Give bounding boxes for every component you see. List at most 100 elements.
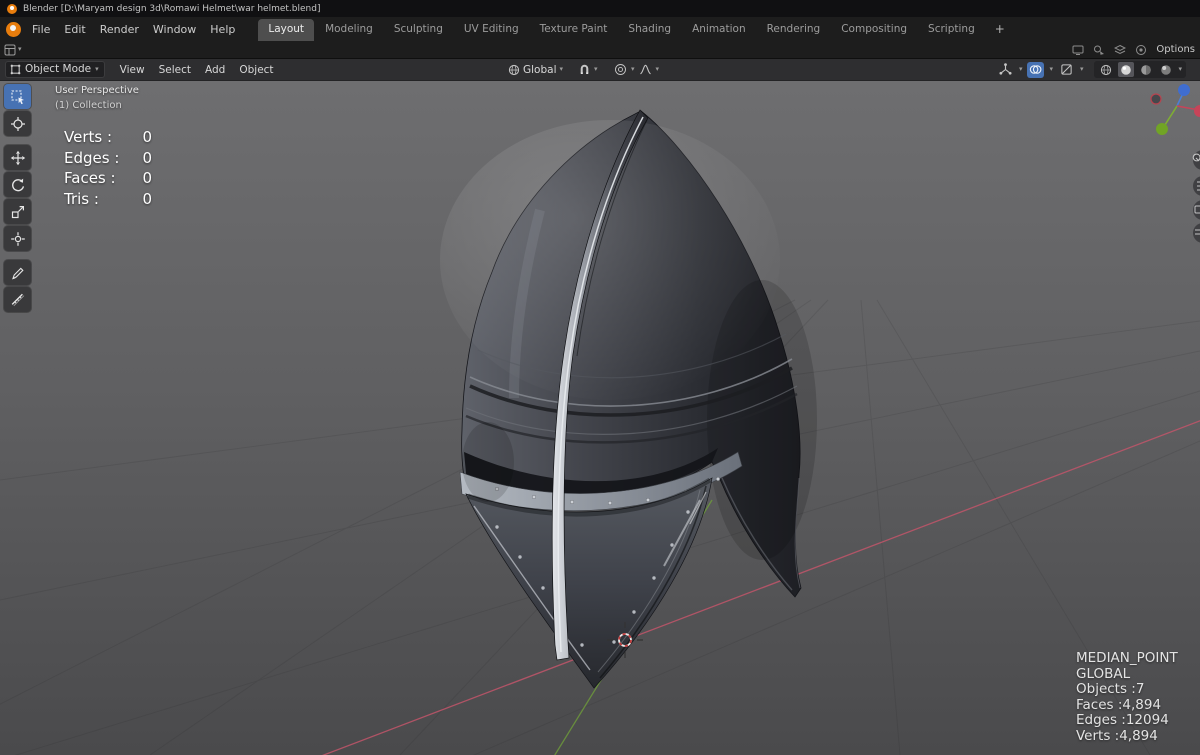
menu-file[interactable]: File	[25, 23, 57, 36]
orientation-chevron-icon: ▾	[559, 65, 564, 73]
xray-toggle-icon[interactable]	[1058, 62, 1075, 78]
tab-compositing[interactable]: Compositing	[831, 19, 917, 41]
menu-window[interactable]: Window	[146, 23, 203, 36]
transform-orientation-select[interactable]: Global ▾	[508, 59, 563, 80]
dome-right-shadow	[707, 280, 817, 560]
add-workspace-button[interactable]: +	[986, 19, 1014, 41]
tool-scale[interactable]	[4, 199, 31, 224]
editor-type-chevron-icon[interactable]: ▾	[18, 46, 22, 53]
menu-select[interactable]: Select	[152, 64, 198, 76]
gizmo-z-axis	[1178, 84, 1190, 96]
object-mode-icon	[10, 64, 21, 74]
tab-texture-paint[interactable]: Texture Paint	[530, 19, 618, 41]
options-button[interactable]: Options	[1156, 44, 1195, 55]
scale-icon	[11, 205, 24, 218]
cursor-tool-icon	[10, 116, 25, 131]
falloff-icon	[639, 64, 651, 75]
view-layer-icon[interactable]	[1114, 44, 1127, 56]
proportional-chevron-icon: ▾	[631, 65, 635, 73]
menu-object[interactable]: Object	[232, 64, 280, 76]
tool-rotate[interactable]	[4, 172, 31, 197]
menu-add[interactable]: Add	[198, 64, 232, 76]
tool-column	[4, 84, 31, 312]
viewport-3d[interactable]	[0, 81, 1200, 755]
annotate-icon	[11, 267, 24, 280]
tab-layout[interactable]: Layout	[258, 19, 315, 41]
shading-wireframe-icon[interactable]	[1098, 62, 1114, 77]
overlays-chevron-icon[interactable]: ▾	[1049, 66, 1053, 73]
rotate-icon	[11, 178, 24, 191]
snap-controls[interactable]: ▾	[578, 59, 598, 80]
viewport-nav-buttons[interactable]	[1192, 150, 1200, 243]
magnet-icon	[580, 64, 589, 74]
tool-transform[interactable]	[4, 226, 31, 251]
proportional-edit-icon	[615, 64, 626, 75]
scene-bar: ▾ Options	[0, 41, 1200, 59]
gizmo-chevron-icon[interactable]: ▾	[1019, 66, 1023, 73]
xray-chevron-icon[interactable]: ▾	[1080, 66, 1084, 73]
scene-icon[interactable]	[1093, 44, 1105, 56]
tab-modeling[interactable]: Modeling	[315, 19, 383, 41]
select-box-icon	[10, 89, 24, 104]
blender-logo-icon	[7, 3, 17, 14]
viewport-header: Object Mode ▾ View Select Add Object Glo…	[0, 59, 1200, 81]
stat-edges-label: Edges :	[64, 148, 120, 167]
shading-chevron-icon[interactable]: ▾	[1178, 66, 1182, 73]
gizmo-toggle-icon[interactable]	[997, 62, 1014, 78]
tab-animation[interactable]: Animation	[682, 19, 756, 41]
gizmo-y-axis	[1156, 123, 1168, 135]
tab-scripting[interactable]: Scripting	[918, 19, 985, 41]
gizmo-x-neg	[1150, 93, 1162, 105]
render-slot-icon[interactable]	[1135, 44, 1147, 56]
shading-material-icon[interactable]	[1138, 62, 1154, 77]
stat-verts-label: Verts :	[64, 128, 113, 146]
stat-faces-label: Faces :	[64, 169, 116, 187]
menu-view[interactable]: View	[113, 64, 152, 76]
tool-annotate[interactable]	[4, 260, 31, 285]
tool-cursor[interactable]	[4, 111, 31, 136]
viewport-header-right: ▾ ▾ ▾ ▾	[997, 59, 1186, 80]
stat-verts-value: 0	[142, 128, 152, 146]
mode-selector[interactable]: Object Mode ▾	[5, 61, 105, 78]
proportional-edit-controls[interactable]: ▾ ▾	[614, 59, 659, 80]
tab-uv-editing[interactable]: UV Editing	[454, 19, 529, 41]
perspective-toggle-button	[1193, 223, 1200, 243]
stat-faces-value: 0	[142, 169, 152, 187]
transform-icon	[10, 231, 25, 246]
stat-faces: Faces : 0	[64, 168, 152, 189]
helmet-model[interactable]	[440, 109, 817, 689]
blender-menu-icon[interactable]	[6, 21, 21, 37]
shading-mode-group: ▾	[1094, 61, 1186, 78]
tab-shading[interactable]: Shading	[618, 19, 681, 41]
top-menu-bar: File Edit Render Window Help Layout Mode…	[0, 17, 1200, 41]
window-title: Blender [D:\Maryam design 3d\Romawi Helm…	[23, 3, 321, 14]
tool-measure[interactable]	[4, 287, 31, 312]
view-perspective-label: User Perspective	[55, 85, 139, 96]
stat-tris-value: 0	[142, 189, 152, 208]
tab-rendering[interactable]: Rendering	[757, 19, 831, 41]
navigation-gizmo[interactable]	[1150, 84, 1200, 135]
title-bar: Blender [D:\Maryam design 3d\Romawi Helm…	[0, 0, 1200, 17]
editor-type-icon[interactable]	[4, 44, 16, 56]
workspace-tabs: Layout Modeling Sculpting UV Editing Tex…	[258, 17, 1013, 41]
stat-tris: Tris : 0	[64, 189, 152, 210]
menu-help[interactable]: Help	[203, 23, 242, 36]
menu-render[interactable]: Render	[93, 23, 146, 36]
shading-rendered-icon[interactable]	[1158, 62, 1174, 77]
menu-edit[interactable]: Edit	[57, 23, 92, 36]
tool-move[interactable]	[4, 145, 31, 170]
tab-sculpting[interactable]: Sculpting	[384, 19, 453, 41]
stat-edges-value: 0	[142, 148, 152, 167]
objects-count: Objects :7	[1076, 681, 1145, 698]
viewport-canvas[interactable]	[0, 81, 1200, 755]
shading-solid-icon[interactable]	[1118, 62, 1135, 77]
move-icon	[10, 150, 25, 165]
stat-tris-label: Tris :	[64, 189, 99, 208]
overlays-toggle-icon[interactable]	[1027, 61, 1045, 78]
screen-icon[interactable]	[1072, 44, 1084, 56]
tool-select-box[interactable]	[4, 84, 31, 109]
verts-count: Verts :4,894	[1076, 727, 1158, 744]
falloff-chevron-icon: ▾	[655, 65, 660, 73]
collection-label: (1) Collection	[55, 100, 122, 111]
stat-edges: Edges : 0	[64, 148, 152, 169]
